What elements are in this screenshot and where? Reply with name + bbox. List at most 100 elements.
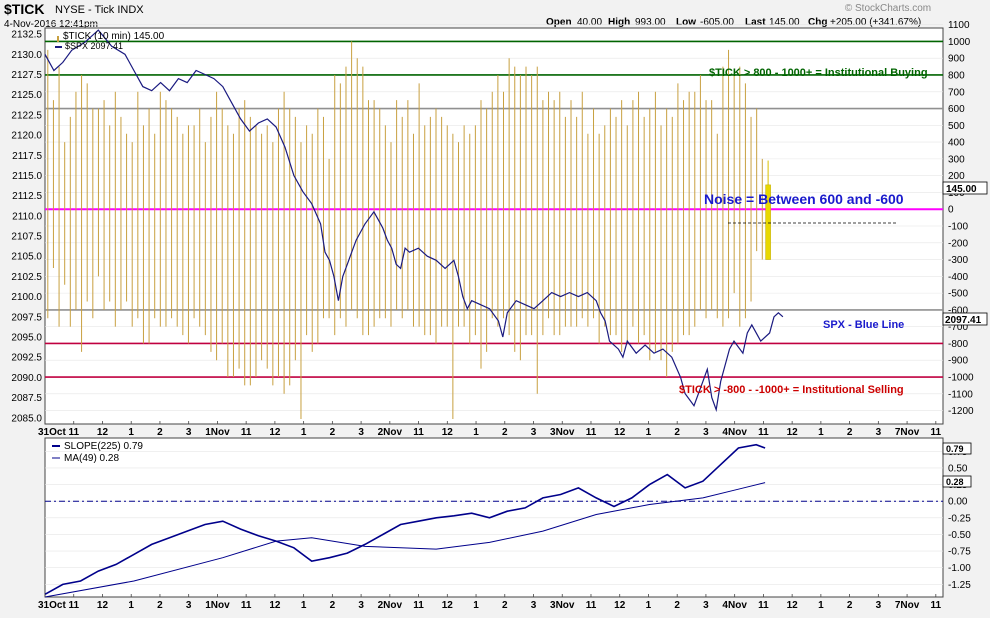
- open-label: Open: [546, 17, 572, 28]
- x-tick-label: 12: [614, 427, 626, 438]
- brand-logo: © StockCharts.com: [845, 3, 931, 14]
- x-tick-label: 7Nov: [895, 600, 920, 611]
- x-tick-label: 4Nov: [722, 600, 747, 611]
- x-tick-label: 3: [531, 427, 537, 438]
- left-tick-label: 2125.0: [11, 90, 42, 101]
- right-tick-label: 200: [948, 171, 965, 182]
- exchange-desc: NYSE - Tick INDX: [55, 4, 144, 16]
- x-tick-label: 11: [241, 600, 252, 611]
- left-tick-label: 2087.5: [11, 393, 42, 404]
- right-tick-label: -100: [948, 222, 968, 233]
- ma-last-badge: 0.28: [942, 475, 972, 488]
- x-tick-label: 11: [586, 427, 597, 438]
- x-tick-label: 1: [818, 600, 824, 611]
- high-value: 993.00: [635, 17, 666, 28]
- left-tick-label: 2085.0: [11, 413, 42, 424]
- low-label: Low: [676, 17, 696, 28]
- tick-last-value: 145.00: [946, 184, 977, 195]
- x-tick-label: 1Nov: [205, 600, 230, 611]
- x-tick-label: 3: [358, 427, 364, 438]
- right-tick-label: 400: [948, 138, 965, 149]
- left-tick-label: 2110.0: [12, 211, 42, 222]
- x-tick-label: 11: [68, 427, 79, 438]
- x-tick-label: 12: [269, 427, 281, 438]
- left-tick-label: 2097.5: [11, 312, 42, 323]
- left-tick-label: 2092.5: [11, 353, 42, 364]
- ma-last-value: 0.28: [946, 477, 964, 487]
- right-tick-label: -1200: [948, 406, 974, 417]
- x-tick-label: 2: [330, 600, 336, 611]
- x-tick-label: 1: [301, 600, 307, 611]
- right-tick-label: -200: [948, 238, 968, 249]
- x-tick-label: 3Nov: [550, 427, 575, 438]
- right-tick-label: -500: [948, 289, 968, 300]
- x-tick-label: 1: [128, 600, 134, 611]
- x-tick-label: 1: [301, 427, 307, 438]
- x-tick-label: 2Nov: [378, 427, 403, 438]
- right-tick-label: 500: [948, 121, 965, 132]
- x-tick-label: 3: [703, 600, 709, 611]
- left-tick-label: 2102.5: [11, 272, 42, 283]
- x-tick-label: 31Oct: [38, 600, 66, 611]
- low-value: -605.00: [700, 17, 734, 28]
- x-tick-label: 1: [473, 600, 479, 611]
- slope-tick-label: 0.50: [948, 463, 968, 474]
- left-tick-label: 2117.5: [12, 151, 42, 162]
- open-value: 40.00: [577, 17, 602, 28]
- right-tick-label: -400: [948, 272, 968, 283]
- right-tick-label: 300: [948, 154, 965, 165]
- chg-label: Chg: [808, 17, 827, 28]
- x-tick-label: 2: [674, 600, 680, 611]
- x-tick-label: 1: [646, 427, 652, 438]
- left-tick-label: 2130.0: [11, 50, 42, 61]
- x-tick-label: 1: [128, 427, 134, 438]
- buying-annotation: $TICK > 800 - 1000+ = Institutional Buyi…: [709, 67, 928, 79]
- spx-annotation: SPX - Blue Line: [823, 319, 904, 331]
- spx-last-badge: 2097.41: [942, 312, 988, 326]
- slope-tick-label: -1.25: [948, 580, 971, 591]
- x-tick-label: 11: [68, 600, 79, 611]
- slope-panel: [44, 437, 944, 598]
- left-tick-label: 2127.5: [11, 70, 42, 81]
- right-tick-label: -1000: [948, 373, 974, 384]
- x-tick-label: 3: [703, 427, 709, 438]
- right-tick-label: 800: [948, 70, 965, 81]
- x-tick-label: 2: [330, 427, 336, 438]
- x-tick-label: 11: [413, 427, 424, 438]
- x-tick-label: 12: [787, 427, 799, 438]
- x-tick-label: 3: [186, 600, 192, 611]
- x-tick-label: 12: [614, 600, 626, 611]
- left-tick-label: 2105.0: [11, 252, 42, 263]
- right-tick-label: -800: [948, 339, 968, 350]
- x-tick-label: 3: [358, 600, 364, 611]
- ma-legend: MA(49) 0.28: [64, 453, 119, 464]
- x-tick-label: 12: [97, 427, 109, 438]
- x-tick-label: 7Nov: [895, 427, 920, 438]
- slope-last-value: 0.79: [946, 444, 964, 454]
- x-tick-label: 11: [413, 600, 424, 611]
- x-tick-label: 3: [876, 427, 882, 438]
- x-tick-label: 2: [674, 427, 680, 438]
- left-tick-label: 2107.5: [11, 232, 42, 243]
- slope-tick-label: -0.75: [948, 547, 971, 558]
- chg-value: +205.00 (+341.67%): [830, 17, 921, 28]
- right-tick-label: -300: [948, 255, 968, 266]
- slope-right-axis: 0.750.500.250.00-0.25-0.50-0.75-1.00-1.2…: [948, 447, 971, 591]
- x-tick-label: 3: [531, 600, 537, 611]
- x-tick-label: 11: [758, 600, 769, 611]
- x-tick-label: 2: [502, 427, 508, 438]
- slope-tick-label: 0.00: [948, 497, 968, 508]
- slope-tick-label: -0.25: [948, 513, 971, 524]
- x-tick-label: 11: [758, 427, 769, 438]
- symbol-title: $TICK: [4, 1, 44, 17]
- tick-last-badge: 145.00: [942, 181, 988, 195]
- x-tick-label: 3: [186, 427, 192, 438]
- right-tick-label: 900: [948, 54, 965, 65]
- left-tick-label: 2090.0: [11, 373, 42, 384]
- left-tick-label: 2095.0: [11, 333, 42, 344]
- x-tick-label: 3: [876, 600, 882, 611]
- right-tick-label: 1000: [948, 37, 971, 48]
- main-right-axis: 110010009008007006005004003002001000-100…: [948, 20, 974, 417]
- slope-tick-label: -1.00: [948, 563, 971, 574]
- last-label: Last: [745, 17, 766, 28]
